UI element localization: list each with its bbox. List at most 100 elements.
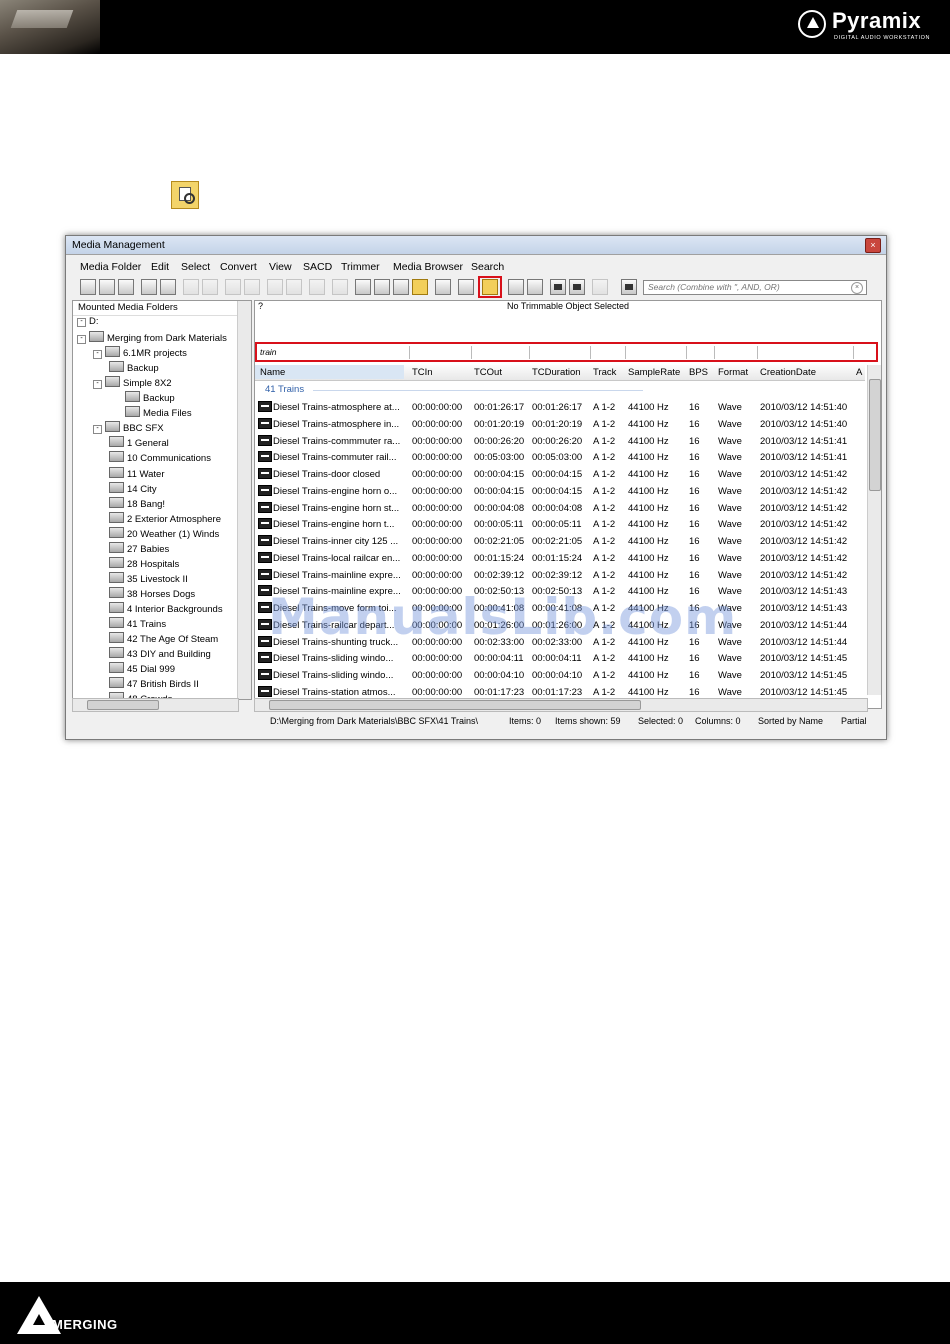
tree-item[interactable]: 43 DIY and Building: [109, 647, 211, 662]
clear-search-icon[interactable]: ×: [851, 282, 863, 294]
paste-icon[interactable]: [202, 279, 218, 295]
tree-expander-icon[interactable]: -: [77, 318, 86, 327]
menu-select[interactable]: Select: [181, 261, 210, 273]
table-row[interactable]: Diesel Trains-engine horn o... 00:00:00:0…: [255, 483, 865, 500]
tree-item[interactable]: Backup: [109, 361, 159, 376]
table-row[interactable]: Diesel Trains-commmuter ra... 00:00:00:00…: [255, 433, 865, 450]
tree-item[interactable]: - 6.1MR projects: [93, 346, 187, 361]
delete-icon[interactable]: [286, 279, 302, 295]
tree-expander-icon[interactable]: -: [93, 425, 102, 435]
col-tcduration[interactable]: TCDuration: [532, 367, 581, 378]
properties-icon[interactable]: [435, 279, 451, 295]
tree-item[interactable]: 45 Dial 999: [109, 662, 175, 677]
tree-item[interactable]: 47 British Birds II: [109, 677, 199, 692]
col-track[interactable]: Track: [593, 367, 616, 378]
trim-out-icon[interactable]: [569, 279, 585, 295]
batch-icon[interactable]: [592, 279, 608, 295]
tree-icon[interactable]: [309, 279, 325, 295]
tree-item[interactable]: Backup: [125, 391, 175, 406]
search-settings-icon[interactable]: [621, 279, 637, 295]
tree-item[interactable]: 28 Hospitals: [109, 556, 179, 572]
col-tcout[interactable]: TCOut: [474, 367, 502, 378]
search-box[interactable]: ×: [643, 280, 867, 295]
scroll-thumb[interactable]: [869, 379, 881, 491]
help-icon[interactable]: ?: [258, 301, 263, 311]
filter-name-input[interactable]: train: [260, 347, 277, 357]
export-icon[interactable]: [508, 279, 524, 295]
tree-item[interactable]: 1 General: [109, 436, 169, 451]
tree-item[interactable]: - Merging from Dark Materials: [77, 331, 227, 346]
tree-item[interactable]: 18 Bang!: [109, 496, 165, 512]
folder-tree-scrollbar[interactable]: [237, 301, 251, 699]
view-list-icon[interactable]: [355, 279, 371, 295]
tree-item[interactable]: 4 Interior Backgrounds: [109, 601, 223, 617]
menu-search[interactable]: Search: [471, 261, 504, 273]
tree-item[interactable]: 10 Communications: [109, 451, 211, 466]
menu-edit[interactable]: Edit: [151, 261, 169, 273]
open-folder-icon[interactable]: [141, 279, 157, 295]
view-columns-icon[interactable]: [393, 279, 409, 295]
tree-item[interactable]: 11 Water: [109, 466, 165, 482]
table-row[interactable]: Diesel Trains-sliding windo... 00:00:00:0…: [255, 667, 865, 684]
new-folder-icon[interactable]: [160, 279, 176, 295]
table-row[interactable]: Diesel Trains-atmosphere at... 00:00:00:0…: [255, 399, 865, 416]
tree-item[interactable]: - BBC SFX: [93, 421, 164, 436]
menu-trimmer[interactable]: Trimmer: [341, 261, 380, 273]
table-row[interactable]: Diesel Trains-door closed 00:00:00:00 00:0…: [255, 466, 865, 483]
menu-convert[interactable]: Convert: [220, 261, 257, 273]
col-samplerate[interactable]: SampleRate: [628, 367, 680, 378]
view-details-icon[interactable]: [374, 279, 390, 295]
tree-expander-icon[interactable]: -: [93, 380, 102, 390]
col-name[interactable]: Name: [260, 367, 285, 378]
table-row[interactable]: Diesel Trains-inner city 125 ... 00:00:00…: [255, 533, 865, 550]
table-row[interactable]: Diesel Trains-sliding windo... 00:00:00:0…: [255, 650, 865, 667]
tree-item[interactable]: - D:: [77, 316, 99, 331]
search-input[interactable]: [644, 281, 848, 293]
tree-expander-icon[interactable]: -: [77, 335, 86, 345]
search-toggle-icon[interactable]: [482, 279, 498, 295]
col-tcin[interactable]: TCIn: [412, 367, 433, 378]
menu-view[interactable]: View: [269, 261, 292, 273]
clipboard-icon[interactable]: [458, 279, 474, 295]
media-list-hscrollbar[interactable]: [254, 698, 868, 712]
media-list-scrollbar[interactable]: [867, 365, 881, 695]
tree-item[interactable]: 20 Weather (1) Winds: [109, 526, 219, 542]
tree-item[interactable]: 27 Babies: [109, 541, 169, 557]
tree-item[interactable]: 38 Horses Dogs: [109, 586, 195, 602]
tree-item[interactable]: - Simple 8X2: [93, 376, 172, 391]
col-format[interactable]: Format: [718, 367, 748, 378]
menu-media-folder[interactable]: Media Folder: [80, 261, 141, 273]
table-row[interactable]: Diesel Trains-engine horn st... 00:00:00:…: [255, 500, 865, 517]
col-a[interactable]: A: [856, 367, 862, 378]
group-label[interactable]: 41 Trains: [265, 384, 304, 395]
column-filter-row[interactable]: train: [255, 342, 878, 362]
refresh-folder-icon[interactable]: [118, 279, 134, 295]
scroll-thumb[interactable]: [87, 700, 159, 710]
table-row[interactable]: Diesel Trains-mainline expre... 00:00:00:…: [255, 567, 865, 584]
folder-tree-hscrollbar[interactable]: [72, 698, 239, 712]
tree-item[interactable]: 35 Livestock II: [109, 571, 188, 587]
mount-folder-icon[interactable]: [80, 279, 96, 295]
document-icon[interactable]: [527, 279, 543, 295]
tree-item[interactable]: 14 City: [109, 481, 157, 497]
tree-item[interactable]: 41 Trains: [109, 617, 166, 632]
scroll-thumb[interactable]: [269, 700, 641, 710]
view-thumbnails-icon[interactable]: [412, 279, 428, 295]
col-bps[interactable]: BPS: [689, 367, 708, 378]
edit-icon[interactable]: [267, 279, 283, 295]
tree-item[interactable]: 42 The Age Of Steam: [109, 632, 218, 647]
col-creationdate[interactable]: CreationDate: [760, 367, 816, 378]
table-row[interactable]: Diesel Trains-engine horn t... 00:00:00:0…: [255, 516, 865, 533]
tree-item[interactable]: Media Files: [125, 406, 192, 421]
trim-in-icon[interactable]: [550, 279, 566, 295]
table-row[interactable]: Diesel Trains-atmosphere in... 00:00:00:0…: [255, 416, 865, 433]
stop-icon[interactable]: [244, 279, 260, 295]
play-icon[interactable]: [225, 279, 241, 295]
close-button[interactable]: ×: [865, 238, 881, 253]
tree-item[interactable]: 2 Exterior Atmosphere: [109, 511, 221, 527]
menu-media-browser[interactable]: Media Browser: [393, 261, 463, 273]
menu-sacd[interactable]: SACD: [303, 261, 332, 273]
copy-icon[interactable]: [183, 279, 199, 295]
unmount-folder-icon[interactable]: [99, 279, 115, 295]
filter-icon[interactable]: [332, 279, 348, 295]
